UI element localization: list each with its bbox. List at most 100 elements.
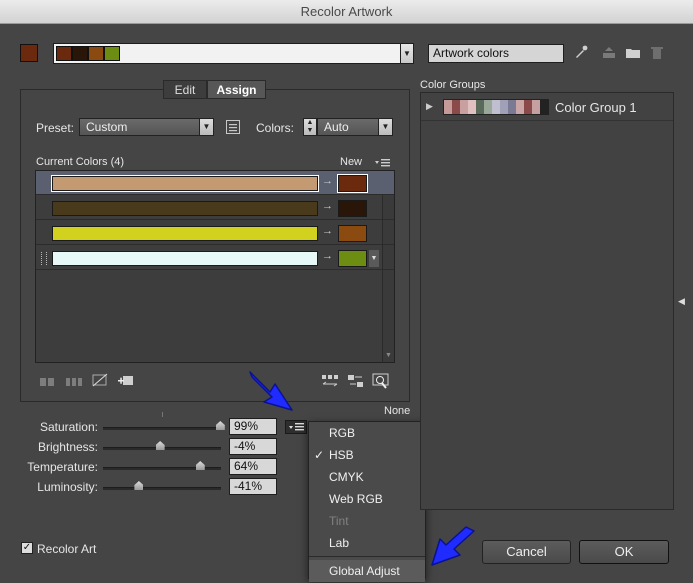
slider-value-input[interactable]: 99% [229,418,277,435]
color-row[interactable]: → [36,171,394,195]
slider-thumb[interactable] [134,481,144,490]
menu-item-global-adjust[interactable]: Global Adjust [309,560,425,582]
slider-mode-menu-button[interactable] [285,420,307,434]
adjustment-sliders: Saturation: 99% Brightness: -4% Temperature:… [0,412,300,498]
arrow-right-icon: → [322,200,333,212]
new-row-icon[interactable] [118,374,134,387]
group-color-swatch [492,100,500,114]
window-title-bar: Recolor Artwork [0,0,693,24]
colors-stepper[interactable]: ▲ ▼ [303,118,317,136]
new-color-swatch[interactable] [338,250,367,267]
preset-value: Custom [86,120,128,134]
separate-colors-icon[interactable] [66,376,82,386]
arrow-right-icon: → [322,175,333,187]
eyedropper-icon[interactable] [573,45,589,61]
color-groups-panel [420,92,674,510]
color-group-name-value: Artwork colors [433,46,510,60]
drag-handle-icon[interactable] [41,252,47,265]
exclude-color-icon[interactable] [92,373,108,387]
slider-value-input[interactable]: 64% [229,458,277,475]
slider-track[interactable] [103,487,221,490]
new-color-swatch[interactable] [338,200,367,217]
save-changes-icon[interactable] [602,47,616,59]
merge-colors-icon[interactable] [40,376,55,386]
color-strip [56,46,120,61]
find-color-in-artwork-icon[interactable] [372,373,390,389]
menu-item-label: Tint [329,514,349,528]
strip-color-swatch[interactable] [88,46,104,61]
current-color-swatch[interactable] [51,175,319,192]
group-color-swatch [500,100,508,114]
group-color-swatch [484,100,492,114]
menu-separator [309,556,425,557]
active-color-swatch[interactable] [20,44,38,62]
ok-button[interactable]: OK [579,540,669,564]
color-strip-field[interactable] [53,43,401,64]
tab-assign[interactable]: Assign [207,80,266,99]
group-color-swatch [476,100,484,114]
slider-thumb[interactable] [215,421,225,430]
collapse-panel-icon[interactable]: ◀ [678,296,685,307]
menu-item-rgb[interactable]: RGB [309,422,427,444]
slider-thumb[interactable] [155,441,165,450]
group-color-swatch [508,100,516,114]
slider-center-tick [162,412,163,417]
new-color-swatch[interactable] [337,174,368,193]
tab-assign-label: Assign [216,83,257,97]
strip-color-swatch[interactable] [56,46,72,61]
color-mode-menu: RGB HSB ✓ CMYK Web RGB Tint Lab Global Adjust [308,421,427,582]
current-color-swatch[interactable] [52,226,318,241]
arrow-right-icon: → [322,250,333,262]
strip-color-swatch[interactable] [104,46,120,61]
menu-item-cmyk[interactable]: CMYK [309,466,427,488]
color-group-name: Color Group 1 [555,100,637,115]
color-reduction-options-icon[interactable] [226,120,240,134]
group-color-swatch [532,100,540,114]
expand-triangle-icon[interactable]: ▶ [426,101,433,112]
color-group-row[interactable]: ▶ Color Group 1 [421,93,673,121]
group-color-swatch [468,100,476,114]
new-color-swatch[interactable] [338,225,367,242]
tab-edit[interactable]: Edit [163,80,207,99]
color-row[interactable]: → [36,196,394,220]
slider-thumb[interactable] [195,461,205,470]
slider-value-input[interactable]: -41% [229,478,277,495]
color-group-name-input[interactable]: Artwork colors [428,44,564,63]
group-color-swatch [460,100,468,114]
colors-label: Colors: [256,121,295,135]
preset-select[interactable]: Custom ▼ [79,118,214,136]
scroll-down-icon[interactable]: ▼ [385,352,392,359]
folder-icon[interactable] [626,47,641,59]
slider-value-input[interactable]: -4% [229,438,277,455]
preset-label: Preset: [36,121,75,135]
menu-item-lab[interactable]: Lab [309,532,427,554]
randomly-change-order-icon[interactable] [321,374,339,388]
new-color-dropdown-icon[interactable]: ▼ [369,250,379,267]
color-group-swatches[interactable] [443,99,549,115]
current-color-swatch[interactable] [52,251,318,266]
menu-item-label: HSB [329,448,354,462]
current-color-swatch[interactable] [52,201,318,216]
colors-list-menu-icon[interactable] [375,157,391,167]
color-row[interactable]: → ▼ [36,246,394,270]
group-color-swatch [516,100,524,114]
randomly-change-saturation-icon[interactable] [347,374,365,388]
color-row[interactable]: → [36,221,394,245]
trash-icon[interactable] [651,46,663,60]
menu-item-label: Global Adjust [329,564,400,578]
group-color-swatch [444,100,452,114]
strip-color-swatch[interactable] [72,46,88,61]
recolor-art-checkbox[interactable]: ✓ [21,542,33,554]
slider-label: Temperature: [27,460,98,474]
slider-track[interactable] [103,427,221,430]
menu-item-web-rgb[interactable]: Web RGB [309,488,427,510]
colors-select[interactable]: Auto ▼ [317,118,393,136]
menu-item-hsb[interactable]: HSB ✓ [309,444,427,466]
color-strip-dropdown-button[interactable]: ▼ [400,43,414,64]
cancel-button[interactable]: Cancel [482,540,571,564]
window-title: Recolor Artwork [300,4,393,19]
none-label: None [384,405,411,417]
group-color-swatch [524,100,532,114]
slider-label: Luminosity: [37,480,98,494]
arrow-right-icon: → [322,225,333,237]
